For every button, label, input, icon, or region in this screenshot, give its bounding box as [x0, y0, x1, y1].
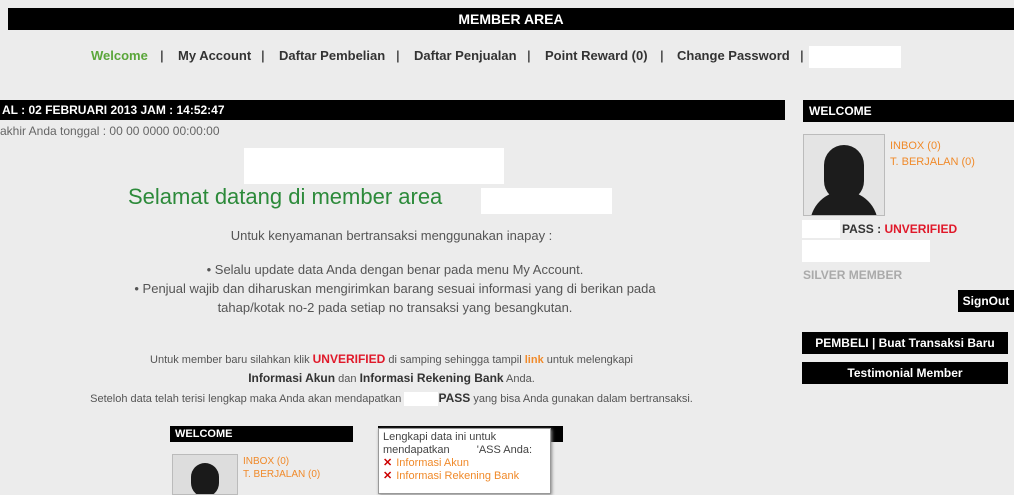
info-line-2: Informasi Akun dan Informasi Rekening Ba…	[0, 371, 783, 385]
info-text: Untuk member baru silahkan klik	[150, 354, 313, 366]
pass-label: PASS :	[842, 222, 885, 236]
info-bullets: • Selalu update data Anda dengan benar p…	[120, 260, 670, 317]
preview-avatar	[172, 454, 238, 495]
preview-links: INBOX (0) T. BERJALAN (0)	[243, 455, 320, 481]
nav-separator: |	[800, 48, 804, 63]
main-nav: Welcome | My Account | Daftar Pembelian …	[0, 40, 1014, 70]
buat-transaksi-button[interactable]: PEMBELI | Buat Transaksi Baru	[802, 332, 1008, 354]
last-login-text: akhir Anda tonggal : 00 00 0000 00:00:00	[0, 124, 220, 138]
tooltip-item-label: Informasi Rekening Bank	[396, 470, 520, 482]
tooltip-text: mendapatkan	[383, 444, 453, 456]
pass-status: PASS : UNVERIFIED	[842, 222, 957, 236]
nav-my-account[interactable]: My Account	[178, 48, 251, 63]
redacted-box	[481, 188, 612, 214]
nav-separator: |	[160, 48, 164, 63]
signout-button[interactable]: SignOut	[958, 290, 1014, 312]
tooltip-line: Lengkapi data ini untuk	[383, 431, 497, 443]
info-line-3: Seteloh data telah terisi lengkap maka A…	[0, 391, 783, 407]
preview-tooltip: Lengkapi data ini untuk mendapatkan 'ASS…	[378, 428, 551, 494]
sidebar-inbox-link[interactable]: INBOX (0)	[890, 138, 975, 154]
tooltip-item: ✕ Informasi Rekening Bank	[383, 470, 546, 483]
avatar	[803, 134, 885, 216]
tooltip-text: 'ASS Anda:	[476, 444, 533, 456]
info-text: dan	[335, 373, 360, 385]
tooltip-item: ✕ Informasi Akun	[383, 457, 546, 470]
info-text: Anda.	[503, 373, 535, 385]
redacted-box	[452, 444, 477, 456]
redacted-box	[802, 240, 930, 262]
nav-daftar-pembelian[interactable]: Daftar Pembelian	[279, 48, 385, 63]
redacted-box	[244, 148, 504, 184]
preview-berjalan: T. BERJALAN (0)	[243, 469, 321, 480]
preview-inbox: INBOX (0)	[243, 456, 290, 467]
nav-separator: |	[660, 48, 664, 63]
bullet-item: • Penjual wajib dan diharuskan mengirimk…	[134, 281, 656, 315]
intro-text: Untuk kenyamanan bertransaksi menggunaka…	[230, 228, 553, 243]
informasi-rekening-text: Informasi Rekening Bank	[359, 371, 504, 385]
x-mark-icon: ✕	[383, 470, 393, 482]
info-text: di samping sehingga tampil	[385, 354, 525, 366]
unverified-status-link[interactable]: UNVERIFIED	[884, 222, 957, 236]
redacted-box	[809, 46, 901, 68]
sidebar-berjalan-link[interactable]: T. BERJALAN (0)	[890, 154, 975, 170]
redacted-box	[802, 220, 840, 238]
info-text: yang bisa Anda gunakan dalam bertransaks…	[470, 393, 693, 405]
date-time-bar: AL : 02 FEBRUARI 2013 JAM : 14:52:47	[0, 100, 785, 120]
member-area-header: MEMBER AREA	[8, 8, 1014, 30]
testimonial-button[interactable]: Testimonial Member	[802, 362, 1008, 384]
info-text: untuk melengkapi	[543, 354, 633, 366]
x-mark-icon: ✕	[383, 457, 393, 469]
tooltip-item-label: Informasi Akun	[396, 457, 469, 469]
nav-separator: |	[261, 48, 265, 63]
tooltip-line: mendapatkan 'ASS Anda:	[383, 444, 546, 457]
redacted-box	[404, 392, 439, 407]
pass-text: PASS	[438, 391, 471, 405]
nav-separator: |	[527, 48, 531, 63]
nav-point-reward[interactable]: Point Reward (0)	[545, 48, 648, 63]
nav-separator: |	[396, 48, 400, 63]
member-level-label: SILVER MEMBER	[803, 268, 903, 282]
link-text[interactable]: link	[525, 354, 544, 366]
nav-welcome[interactable]: Welcome	[91, 48, 148, 63]
info-line-1: Untuk member baru silahkan klik UNVERIFI…	[0, 352, 783, 366]
nav-daftar-penjualan[interactable]: Daftar Penjualan	[414, 48, 517, 63]
sidebar-links: INBOX (0) T. BERJALAN (0)	[890, 138, 975, 170]
preview-welcome-bar: WELCOME	[170, 426, 353, 442]
welcome-heading: Selamat datang di member area	[128, 184, 443, 209]
nav-change-password[interactable]: Change Password	[677, 48, 790, 63]
sidebar-welcome-title: WELCOME	[803, 100, 1014, 122]
unverified-link[interactable]: UNVERIFIED	[313, 352, 386, 366]
informasi-akun-text: Informasi Akun	[248, 371, 336, 385]
info-text: Seteloh data telah terisi lengkap maka A…	[90, 393, 405, 405]
bullet-item: • Selalu update data Anda dengan benar p…	[206, 262, 584, 277]
